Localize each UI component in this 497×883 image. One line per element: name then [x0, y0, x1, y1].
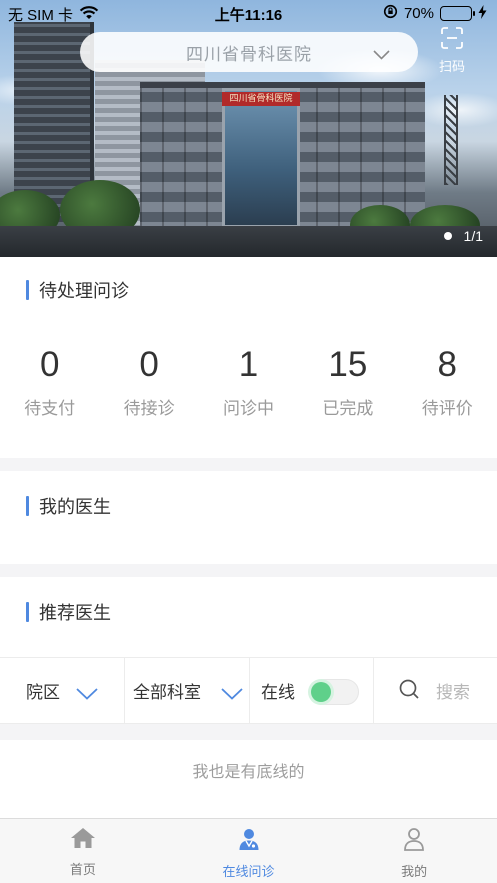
doctor-icon: [238, 827, 260, 855]
tab-profile[interactable]: 我的: [331, 819, 497, 883]
chevron-down-icon: [373, 45, 390, 64]
tab-profile-label: 我的: [401, 865, 428, 880]
chevron-down-icon: [221, 685, 243, 704]
stat-completed[interactable]: 15 已完成: [298, 342, 397, 419]
battery-icon: [440, 6, 475, 21]
title-accent-bar: [26, 602, 29, 622]
status-bar: 无 SIM 卡 上午11:16 70%: [0, 0, 497, 26]
chevron-down-icon: [76, 685, 98, 704]
bottom-tab-bar: 首页 在线问诊 我的: [0, 818, 497, 883]
stat-label: 待接诊: [123, 399, 175, 419]
orientation-lock-icon: [383, 4, 398, 23]
recommend-title: 推荐医生: [26, 599, 111, 625]
recommend-title-text: 推荐医生: [39, 603, 111, 624]
stat-label: 待评价: [421, 399, 473, 419]
banner-tv-tower: [444, 95, 458, 185]
district-label: 院区: [26, 683, 60, 703]
banner-pager-count: 1/1: [463, 228, 483, 244]
banner-pager-dot: [443, 232, 452, 240]
tab-online-consultation[interactable]: 在线问诊: [166, 819, 332, 883]
stat-in-consultation[interactable]: 1 问诊中: [199, 342, 298, 419]
tab-online-consultation-label: 在线问诊: [222, 865, 275, 880]
department-label: 全部科室: [133, 683, 201, 703]
my-doctor-title: 我的医生: [26, 493, 111, 519]
my-doctor-title-text: 我的医生: [39, 497, 111, 518]
stat-awaiting-payment[interactable]: 0 待支付: [0, 342, 99, 419]
scan-icon: [441, 27, 463, 53]
district-dropdown[interactable]: 院区: [0, 658, 124, 723]
banner-street: [0, 226, 497, 257]
stat-value: 0: [139, 345, 159, 384]
tab-home-label: 首页: [69, 863, 96, 878]
stat-value: 15: [328, 345, 368, 384]
user-icon: [403, 827, 425, 855]
online-toggle-knob: [311, 682, 331, 702]
online-toggle[interactable]: [309, 679, 359, 705]
scan-label: 扫码: [438, 60, 465, 75]
charging-icon: [478, 4, 487, 23]
online-label: 在线: [261, 683, 295, 703]
stat-label: 已完成: [322, 399, 374, 419]
stat-value: 0: [39, 345, 60, 384]
status-bar-right: 70%: [383, 4, 487, 23]
recommend-card: 推荐医生: [0, 577, 497, 657]
title-accent-bar: [26, 496, 29, 516]
banner-pager: 1/1: [443, 228, 483, 244]
search-icon: [398, 678, 420, 704]
stat-label: 问诊中: [222, 399, 274, 419]
stat-awaiting-acceptance[interactable]: 0 待接诊: [99, 342, 198, 419]
banner-hospital-sign: 四川省骨科医院: [222, 92, 300, 106]
stat-label: 待支付: [24, 399, 76, 419]
online-filter: 在线: [249, 658, 373, 723]
search-field[interactable]: 搜索: [373, 658, 497, 723]
end-of-list-note: 我也是有底线的: [0, 740, 497, 818]
scan-button[interactable]: 扫码: [432, 27, 472, 77]
tab-home[interactable]: 首页: [0, 819, 166, 883]
my-doctor-card: 我的医生: [0, 471, 497, 564]
pending-title-text: 待处理问诊: [39, 281, 129, 302]
search-placeholder: 搜索: [436, 683, 470, 703]
pending-consultations-card: 待处理问诊 0 待支付 0 待接诊 1 问诊中 15 已完成 8 待评价: [0, 257, 497, 458]
battery-percent: 70%: [403, 5, 434, 22]
stat-value: 8: [437, 345, 457, 384]
banner-building-glass: [222, 88, 300, 228]
stat-awaiting-review[interactable]: 8 待评价: [398, 342, 497, 419]
pending-title: 待处理问诊: [26, 277, 129, 303]
hospital-selector[interactable]: 四川省骨科医院: [80, 32, 418, 72]
home-icon: [70, 827, 96, 853]
title-accent-bar: [26, 280, 29, 300]
department-dropdown[interactable]: 全部科室: [124, 658, 249, 723]
stat-value: 1: [238, 345, 259, 384]
doctor-filter-bar: 院区 全部科室 在线 搜索: [0, 657, 497, 724]
hospital-selector-label: 四川省骨科医院: [186, 44, 312, 65]
pending-stats: 0 待支付 0 待接诊 1 问诊中 15 已完成 8 待评价: [0, 342, 497, 419]
